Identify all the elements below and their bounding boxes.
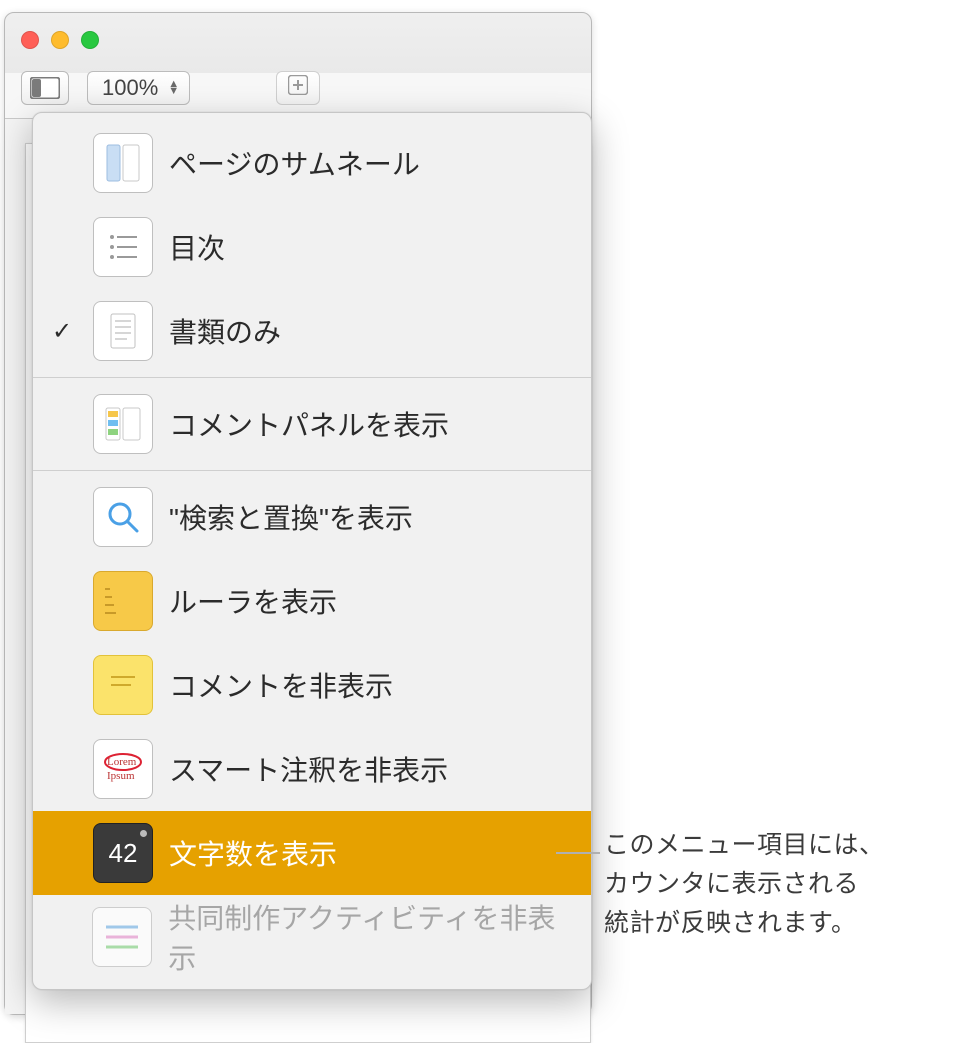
menu-item-label: 文字数を表示	[169, 833, 337, 873]
ruler-icon	[93, 571, 153, 631]
titlebar	[5, 13, 591, 67]
window-minimize-button[interactable]	[51, 31, 69, 49]
menu-item-comments-panel[interactable]: コメントパネルを表示	[33, 382, 591, 466]
menu-item-label: 目次	[169, 227, 225, 267]
stepper-arrows-icon: ▲▼	[168, 81, 179, 95]
comments-panel-icon	[93, 394, 153, 454]
window-controls	[21, 31, 99, 49]
add-page-button[interactable]	[276, 71, 320, 105]
menu-separator	[33, 377, 591, 378]
menu-item-hide-collab-activity: 共同制作アクティビティを非表示	[33, 895, 591, 979]
menu-item-find-replace[interactable]: "検索と置換"を表示	[33, 475, 591, 559]
view-panel-icon	[30, 77, 60, 99]
menu-separator	[33, 470, 591, 471]
callout-line-3: 統計が反映されます。	[604, 904, 944, 943]
comment-note-icon	[93, 655, 153, 715]
menu-item-label: "検索と置換"を表示	[169, 497, 413, 537]
window-zoom-button[interactable]	[81, 31, 99, 49]
menu-item-label: ルーラを表示	[169, 581, 337, 621]
callout-line-1: このメニュー項目には、	[604, 826, 944, 865]
toc-icon	[93, 217, 153, 277]
callout-text: このメニュー項目には、 カウンタに表示される 統計が反映されます。	[604, 826, 944, 942]
search-icon	[93, 487, 153, 547]
word-count-icon: 42	[93, 823, 153, 883]
word-count-number: 42	[109, 838, 138, 869]
menu-item-label: コメントを非表示	[169, 665, 393, 705]
plus-icon	[288, 75, 308, 101]
svg-text:Lorem: Lorem	[107, 756, 137, 768]
page-thumbnails-icon	[93, 133, 153, 193]
menu-item-label: 共同制作アクティビティを非表示	[168, 897, 573, 977]
view-menu: ページのサムネール 目次 ✓ 書類のみ	[32, 112, 592, 990]
menu-item-hide-comments[interactable]: コメントを非表示	[33, 643, 591, 727]
menu-item-toc[interactable]: 目次	[33, 205, 591, 289]
zoom-select[interactable]: 100% ▲▼	[87, 71, 190, 105]
callout-leader-line	[570, 852, 600, 854]
menu-item-show-ruler[interactable]: ルーラを表示	[33, 559, 591, 643]
menu-item-page-thumbnails[interactable]: ページのサムネール	[33, 121, 591, 205]
svg-text:Ipsum: Ipsum	[107, 770, 135, 782]
zoom-value: 100%	[102, 75, 158, 101]
menu-item-label: コメントパネルを表示	[169, 404, 449, 444]
window-close-button[interactable]	[21, 31, 39, 49]
view-menu-button[interactable]	[21, 71, 69, 105]
collab-activity-icon	[92, 907, 152, 967]
menu-item-label: ページのサムネール	[169, 143, 420, 183]
document-only-icon	[93, 301, 153, 361]
menu-item-hide-smart-annotations[interactable]: Lorem Ipsum スマート注釈を非表示	[33, 727, 591, 811]
checkmark-icon: ✓	[47, 317, 77, 346]
menu-item-document-only[interactable]: ✓ 書類のみ	[33, 289, 591, 373]
menu-item-label: 書類のみ	[169, 311, 281, 351]
menu-item-show-word-count[interactable]: 42 文字数を表示	[33, 811, 591, 895]
callout-line-2: カウンタに表示される	[604, 865, 944, 904]
smart-annotation-icon: Lorem Ipsum	[93, 739, 153, 799]
menu-item-label: スマート注釈を非表示	[169, 749, 448, 789]
